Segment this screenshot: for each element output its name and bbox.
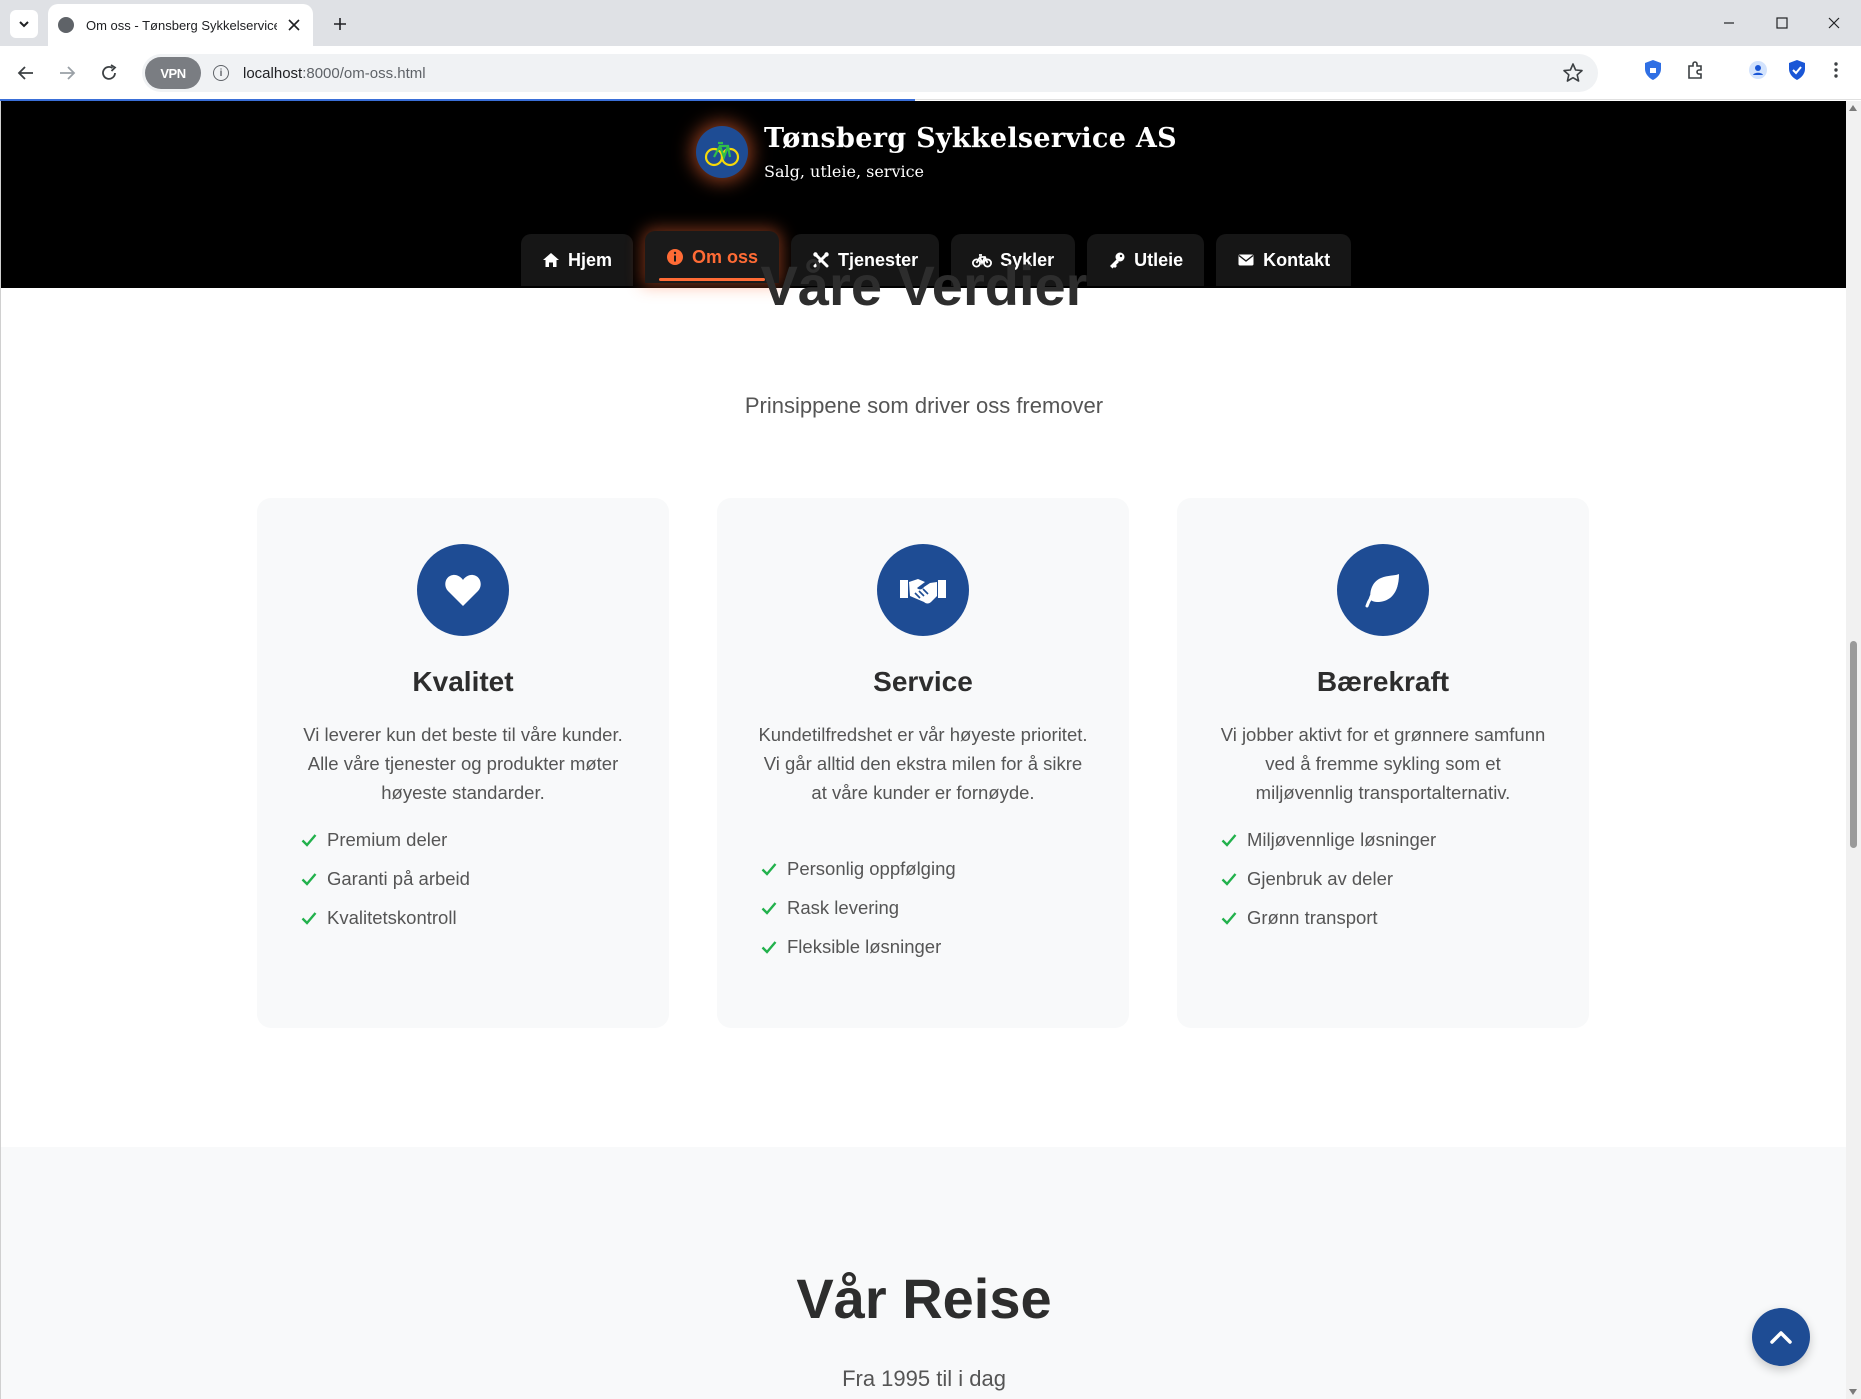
reload-icon [102,64,117,80]
tab-search-button[interactable] [10,10,38,38]
vpn-badge[interactable]: VPN [145,57,201,89]
list-item: Personlig oppfølging [761,849,956,888]
chevron-down-icon [19,21,29,28]
leaf-icon [1337,544,1429,636]
check-icon [301,911,317,925]
card-title: Service [873,666,973,697]
page-viewport: Tønsberg Sykkelservice AS Salg, utleie, … [0,101,1846,1399]
forward-button[interactable] [51,57,83,89]
maximize-icon [1776,17,1788,29]
puzzle-icon [1688,61,1702,79]
reload-button[interactable] [93,57,125,89]
scroll-up-arrow-icon[interactable] [1849,105,1857,111]
browser-toolbar: VPN i localhost:8000/om-oss.html [0,46,1861,100]
list-item: Miljøvennlige løsninger [1221,820,1436,859]
browser-tab-bar: Om oss - Tønsberg Sykkelservice c [0,0,1861,46]
value-card-service: Service Kundetilfredshet er vår høyeste … [717,498,1129,1028]
browser-menu-button[interactable] [1823,57,1849,83]
browser-tab-active[interactable]: Om oss - Tønsberg Sykkelservice c [48,4,313,46]
bicycle-logo-icon [696,126,748,178]
globe-icon [58,17,74,33]
value-card-baerekraft: Bærekraft Vi jobber aktivt for et grønne… [1177,498,1589,1028]
card-title: Kvalitet [412,666,514,697]
new-tab-button[interactable] [328,12,352,36]
tab-close-button[interactable] [285,16,303,34]
check-icon [1221,911,1237,925]
values-heading: Våre Verdier [760,254,1088,317]
shield-check-icon [1789,60,1805,80]
kebab-menu-icon [1834,62,1838,78]
scrollbar-thumb[interactable] [1850,641,1857,848]
check-icon [761,901,777,915]
list-item: Premium deler [301,820,470,859]
close-icon [1828,17,1840,29]
check-icon [301,833,317,847]
profile-icon [1749,61,1767,79]
url-text[interactable]: localhost:8000/om-oss.html [243,65,426,82]
extensions-button[interactable] [1682,57,1708,83]
card-feature-list: Premium deler Garanti på arbeid Kvalitet… [301,820,470,937]
check-icon [1221,872,1237,886]
brand-tagline: Salg, utleie, service [764,162,925,181]
brand-name: Tønsberg Sykkelservice AS [764,123,1177,154]
maximize-button[interactable] [1762,8,1802,38]
profile-button[interactable] [1745,57,1771,83]
bookmark-star-icon[interactable] [1562,62,1584,84]
list-item: Fleksible løsninger [761,927,956,966]
address-bar[interactable]: VPN i localhost:8000/om-oss.html [142,54,1598,92]
back-button[interactable] [10,57,42,89]
list-item: Rask levering [761,888,956,927]
arrow-right-icon [60,66,76,80]
value-card-kvalitet: Kvalitet Vi leverer kun det beste til vå… [257,498,669,1028]
close-window-button[interactable] [1814,8,1854,38]
journey-subheading: Fra 1995 til i dag [842,1366,1006,1391]
page-scrollbar[interactable] [1846,101,1861,1399]
list-item: Gjenbruk av deler [1221,859,1436,898]
chevron-up-icon [1770,1331,1792,1344]
minimize-icon [1724,22,1734,24]
card-feature-list: Miljøvennlige løsninger Gjenbruk av dele… [1221,820,1436,937]
site-info-icon[interactable]: i [213,65,229,81]
list-item: Garanti på arbeid [301,859,470,898]
journey-section: Vår Reise Fra 1995 til i dag [1,1147,1846,1399]
extension-shield-icon[interactable] [1640,57,1666,83]
values-subheading: Prinsippene som driver oss fremover [744,393,1104,418]
heart-icon [417,544,509,636]
list-item: Kvalitetskontroll [301,898,470,937]
shield-icon [1645,60,1661,80]
back-to-top-button[interactable] [1752,1308,1810,1366]
brand[interactable]: Tønsberg Sykkelservice AS Salg, utleie, … [696,123,1177,181]
scroll-down-arrow-icon[interactable] [1849,1389,1857,1395]
card-title: Bærekraft [1316,666,1450,697]
tab-title: Om oss - Tønsberg Sykkelservice c [86,17,277,33]
journey-heading: Vår Reise [796,1267,1052,1330]
check-icon [301,872,317,886]
security-extension-button[interactable] [1784,57,1810,83]
check-icon [761,862,777,876]
card-feature-list: Personlig oppfølging Rask levering Fleks… [761,849,956,966]
minimize-button[interactable] [1709,8,1749,38]
plus-icon [334,18,346,30]
list-item: Grønn transport [1221,898,1436,937]
check-icon [1221,833,1237,847]
card-description: Vi leverer kun det beste til våre kunder… [303,724,623,803]
card-description: Vi jobber aktivt for et grønnere samfunn… [1220,724,1546,803]
check-icon [761,940,777,954]
close-icon [288,19,300,31]
handshake-icon [877,544,969,636]
arrow-left-icon [17,66,33,80]
card-description: Kundetilfredshet er vår høyeste priorite… [758,724,1088,803]
